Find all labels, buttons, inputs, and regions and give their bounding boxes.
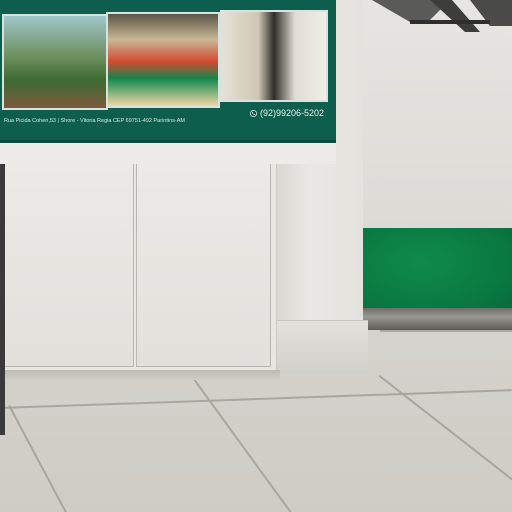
- cabinet-base-shadow: [0, 370, 280, 380]
- cabinet-door-left: [4, 160, 134, 367]
- pillar-base: [268, 320, 368, 373]
- green-door-mat: [362, 228, 512, 314]
- banner-photo-food: [106, 12, 220, 108]
- door-threshold: [362, 308, 512, 330]
- banner-photo-room: [220, 10, 328, 102]
- cabinet-door-right: [136, 160, 271, 367]
- banner-phone-number: (92)99206-5202: [260, 108, 325, 118]
- banner-photo-garden: [2, 14, 108, 110]
- dark-left-edge: [0, 150, 5, 435]
- floor-grout-line: [380, 330, 512, 332]
- hotel-banner: (92)99206-5202 Rua Picida Cohen,53 | Sho…: [0, 0, 336, 143]
- phone-icon: [250, 110, 257, 117]
- photo-scene: (92)99206-5202 Rua Picida Cohen,53 | Sho…: [0, 0, 512, 512]
- banner-address: Rua Picida Cohen,53 | Shore - Vitoria Re…: [4, 118, 185, 124]
- lounge-chair: [372, 0, 512, 32]
